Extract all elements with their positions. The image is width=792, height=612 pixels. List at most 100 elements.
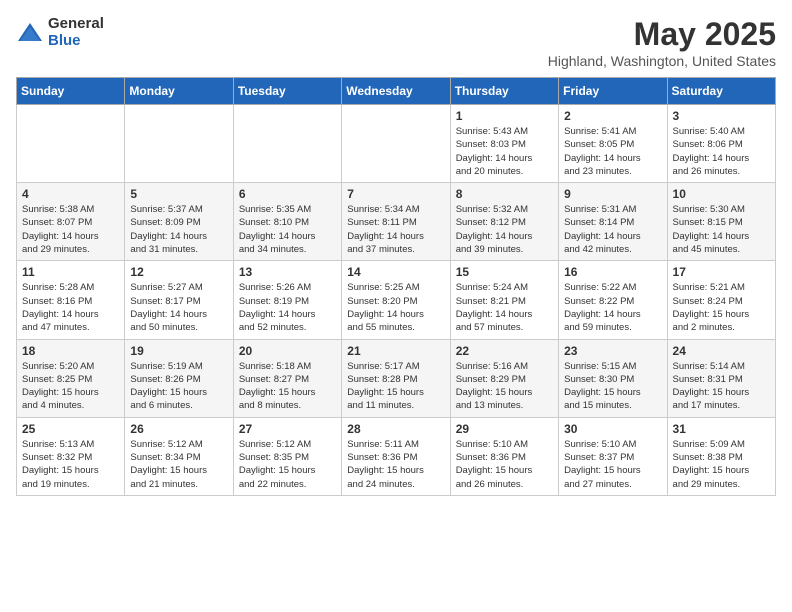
day-number: 3 xyxy=(673,109,770,123)
day-number: 14 xyxy=(347,265,444,279)
weekday-header-monday: Monday xyxy=(125,78,233,105)
weekday-header-friday: Friday xyxy=(559,78,667,105)
day-number: 10 xyxy=(673,187,770,201)
day-number: 15 xyxy=(456,265,553,279)
weekday-header-sunday: Sunday xyxy=(17,78,125,105)
day-number: 24 xyxy=(673,344,770,358)
day-info: Sunrise: 5:12 AM Sunset: 8:35 PM Dayligh… xyxy=(239,438,336,491)
calendar-cell: 10 Sunrise: 5:30 AM Sunset: 8:15 PM Dayli… xyxy=(667,183,775,261)
calendar-week-4: 18 Sunrise: 5:20 AM Sunset: 8:25 PM Dayli… xyxy=(17,339,776,417)
calendar-cell: 16 Sunrise: 5:22 AM Sunset: 8:22 PM Dayli… xyxy=(559,261,667,339)
calendar-week-1: 1Sunrise: 5:43 AM Sunset: 8:03 PM Daylig… xyxy=(17,105,776,183)
calendar-cell: 22 Sunrise: 5:16 AM Sunset: 8:29 PM Dayli… xyxy=(450,339,558,417)
calendar-cell: 9 Sunrise: 5:31 AM Sunset: 8:14 PM Daylig… xyxy=(559,183,667,261)
day-number: 17 xyxy=(673,265,770,279)
day-info: Sunrise: 5:28 AM Sunset: 8:16 PM Dayligh… xyxy=(22,281,119,334)
day-number: 9 xyxy=(564,187,661,201)
calendar-cell: 28 Sunrise: 5:11 AM Sunset: 8:36 PM Dayli… xyxy=(342,417,450,495)
day-number: 28 xyxy=(347,422,444,436)
page-header: General Blue May 2025 Highland, Washingt… xyxy=(16,16,776,69)
calendar-cell: 11 Sunrise: 5:28 AM Sunset: 8:16 PM Dayli… xyxy=(17,261,125,339)
day-number: 5 xyxy=(130,187,227,201)
day-info: Sunrise: 5:20 AM Sunset: 8:25 PM Dayligh… xyxy=(22,360,119,413)
logo-text: General Blue xyxy=(48,16,104,49)
day-number: 31 xyxy=(673,422,770,436)
day-info: Sunrise: 5:17 AM Sunset: 8:28 PM Dayligh… xyxy=(347,360,444,413)
day-info: Sunrise: 5:14 AM Sunset: 8:31 PM Dayligh… xyxy=(673,360,770,413)
month-title: May 2025 xyxy=(548,16,776,53)
calendar-cell: 21 Sunrise: 5:17 AM Sunset: 8:28 PM Dayli… xyxy=(342,339,450,417)
calendar-week-3: 11 Sunrise: 5:28 AM Sunset: 8:16 PM Dayli… xyxy=(17,261,776,339)
calendar-cell: 27Sunrise: 5:12 AM Sunset: 8:35 PM Dayli… xyxy=(233,417,341,495)
logo-general-label: General xyxy=(48,16,104,33)
day-number: 25 xyxy=(22,422,119,436)
day-number: 21 xyxy=(347,344,444,358)
logo: General Blue xyxy=(16,16,104,49)
calendar-cell: 31Sunrise: 5:09 AM Sunset: 8:38 PM Dayli… xyxy=(667,417,775,495)
title-block: May 2025 Highland, Washington, United St… xyxy=(548,16,776,69)
calendar-cell: 23 Sunrise: 5:15 AM Sunset: 8:30 PM Dayli… xyxy=(559,339,667,417)
day-info: Sunrise: 5:22 AM Sunset: 8:22 PM Dayligh… xyxy=(564,281,661,334)
calendar-week-5: 25 Sunrise: 5:13 AM Sunset: 8:32 PM Dayli… xyxy=(17,417,776,495)
day-info: Sunrise: 5:25 AM Sunset: 8:20 PM Dayligh… xyxy=(347,281,444,334)
calendar-cell: 24 Sunrise: 5:14 AM Sunset: 8:31 PM Dayli… xyxy=(667,339,775,417)
day-info: Sunrise: 5:30 AM Sunset: 8:15 PM Dayligh… xyxy=(673,203,770,256)
calendar-cell: 3 Sunrise: 5:40 AM Sunset: 8:06 PM Daylig… xyxy=(667,105,775,183)
calendar-cell: 30 Sunrise: 5:10 AM Sunset: 8:37 PM Dayli… xyxy=(559,417,667,495)
calendar-cell: 18 Sunrise: 5:20 AM Sunset: 8:25 PM Dayli… xyxy=(17,339,125,417)
calendar-cell xyxy=(17,105,125,183)
calendar-cell: 15Sunrise: 5:24 AM Sunset: 8:21 PM Dayli… xyxy=(450,261,558,339)
day-number: 13 xyxy=(239,265,336,279)
calendar-cell: 5 Sunrise: 5:37 AM Sunset: 8:09 PM Daylig… xyxy=(125,183,233,261)
calendar-cell: 25 Sunrise: 5:13 AM Sunset: 8:32 PM Dayli… xyxy=(17,417,125,495)
day-number: 11 xyxy=(22,265,119,279)
day-number: 16 xyxy=(564,265,661,279)
weekday-header-row: SundayMondayTuesdayWednesdayThursdayFrid… xyxy=(17,78,776,105)
day-info: Sunrise: 5:41 AM Sunset: 8:05 PM Dayligh… xyxy=(564,125,661,178)
day-info: Sunrise: 5:43 AM Sunset: 8:03 PM Dayligh… xyxy=(456,125,553,178)
day-info: Sunrise: 5:16 AM Sunset: 8:29 PM Dayligh… xyxy=(456,360,553,413)
day-info: Sunrise: 5:15 AM Sunset: 8:30 PM Dayligh… xyxy=(564,360,661,413)
day-info: Sunrise: 5:12 AM Sunset: 8:34 PM Dayligh… xyxy=(130,438,227,491)
weekday-header-wednesday: Wednesday xyxy=(342,78,450,105)
weekday-header-tuesday: Tuesday xyxy=(233,78,341,105)
calendar-body: 1Sunrise: 5:43 AM Sunset: 8:03 PM Daylig… xyxy=(17,105,776,496)
day-info: Sunrise: 5:19 AM Sunset: 8:26 PM Dayligh… xyxy=(130,360,227,413)
day-info: Sunrise: 5:10 AM Sunset: 8:37 PM Dayligh… xyxy=(564,438,661,491)
day-info: Sunrise: 5:40 AM Sunset: 8:06 PM Dayligh… xyxy=(673,125,770,178)
day-number: 30 xyxy=(564,422,661,436)
day-info: Sunrise: 5:11 AM Sunset: 8:36 PM Dayligh… xyxy=(347,438,444,491)
calendar-header: SundayMondayTuesdayWednesdayThursdayFrid… xyxy=(17,78,776,105)
day-number: 18 xyxy=(22,344,119,358)
calendar-cell: 17 Sunrise: 5:21 AM Sunset: 8:24 PM Dayli… xyxy=(667,261,775,339)
day-info: Sunrise: 5:31 AM Sunset: 8:14 PM Dayligh… xyxy=(564,203,661,256)
day-info: Sunrise: 5:13 AM Sunset: 8:32 PM Dayligh… xyxy=(22,438,119,491)
calendar-cell: 20Sunrise: 5:18 AM Sunset: 8:27 PM Dayli… xyxy=(233,339,341,417)
day-info: Sunrise: 5:10 AM Sunset: 8:36 PM Dayligh… xyxy=(456,438,553,491)
day-number: 20 xyxy=(239,344,336,358)
day-info: Sunrise: 5:37 AM Sunset: 8:09 PM Dayligh… xyxy=(130,203,227,256)
day-number: 23 xyxy=(564,344,661,358)
calendar-cell xyxy=(342,105,450,183)
day-info: Sunrise: 5:27 AM Sunset: 8:17 PM Dayligh… xyxy=(130,281,227,334)
calendar-cell xyxy=(125,105,233,183)
day-number: 2 xyxy=(564,109,661,123)
day-number: 29 xyxy=(456,422,553,436)
day-number: 4 xyxy=(22,187,119,201)
day-number: 12 xyxy=(130,265,227,279)
calendar-cell: 13 Sunrise: 5:26 AM Sunset: 8:19 PM Dayli… xyxy=(233,261,341,339)
day-info: Sunrise: 5:26 AM Sunset: 8:19 PM Dayligh… xyxy=(239,281,336,334)
calendar-cell: 19Sunrise: 5:19 AM Sunset: 8:26 PM Dayli… xyxy=(125,339,233,417)
day-number: 22 xyxy=(456,344,553,358)
weekday-header-thursday: Thursday xyxy=(450,78,558,105)
logo-blue-label: Blue xyxy=(48,33,104,50)
calendar-cell: 8Sunrise: 5:32 AM Sunset: 8:12 PM Daylig… xyxy=(450,183,558,261)
weekday-header-saturday: Saturday xyxy=(667,78,775,105)
calendar-cell: 7Sunrise: 5:34 AM Sunset: 8:11 PM Daylig… xyxy=(342,183,450,261)
calendar-cell: 1Sunrise: 5:43 AM Sunset: 8:03 PM Daylig… xyxy=(450,105,558,183)
day-number: 7 xyxy=(347,187,444,201)
calendar-cell: 6Sunrise: 5:35 AM Sunset: 8:10 PM Daylig… xyxy=(233,183,341,261)
calendar-table: SundayMondayTuesdayWednesdayThursdayFrid… xyxy=(16,77,776,496)
day-info: Sunrise: 5:21 AM Sunset: 8:24 PM Dayligh… xyxy=(673,281,770,334)
location-title: Highland, Washington, United States xyxy=(548,53,776,69)
